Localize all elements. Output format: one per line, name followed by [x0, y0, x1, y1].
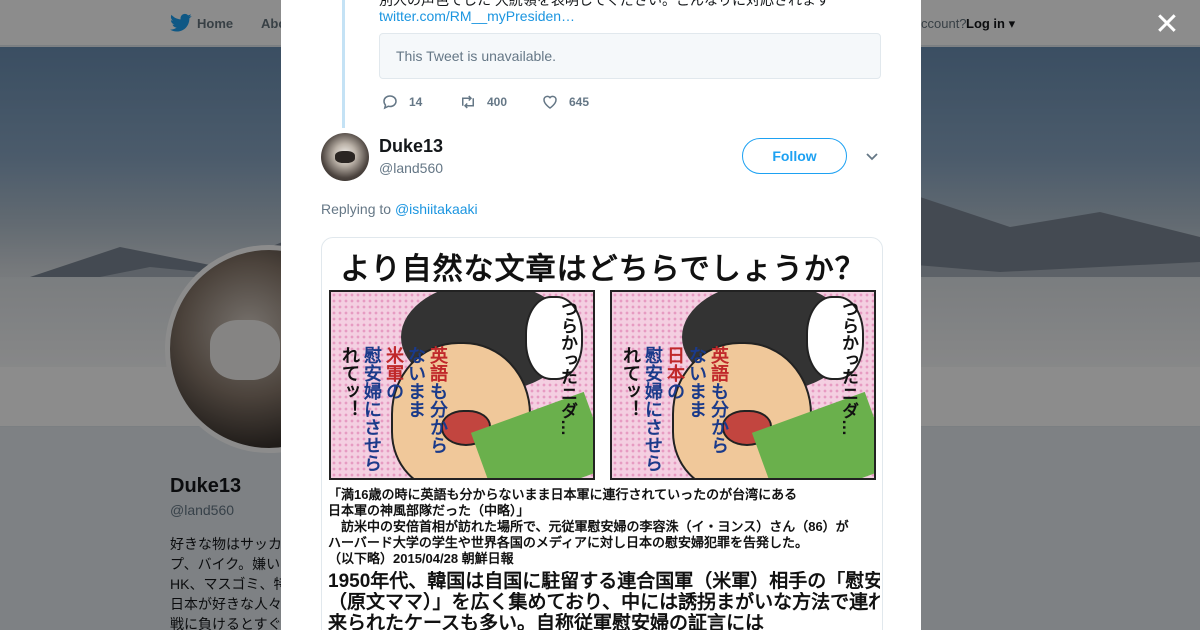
replying-to-link[interactable]: @ishiitakaaki — [395, 201, 478, 217]
manga-body-text: 1950年代、韓国は自国に駐留する連合国軍（米軍）相手の「慰安婦 （原文ママ）」… — [328, 571, 880, 630]
dialogue-blue: も分から — [709, 382, 729, 454]
chevron-down-icon[interactable] — [864, 148, 880, 164]
quoted-tweet-link[interactable]: twitter.com/RM__myPresiden… — [379, 8, 575, 24]
replying-to: Replying to @ishiitakaaki — [321, 201, 478, 217]
dialogue-red: 英語 — [428, 346, 448, 382]
dialogue-black: れてッ！ — [621, 346, 641, 418]
caption-line: 日本軍の神風部隊だった（中略）」 — [328, 503, 530, 518]
panel-dialogue: 英語も分から ないまま 日本の 慰安婦にさせら れてッ！ — [620, 346, 730, 476]
unavailable-tweet-card: This Tweet is unavailable. — [379, 33, 881, 79]
dialogue-red: 日本 — [665, 346, 685, 382]
caption-line: 「満16歳の時に英語も分からないまま日本軍に連行されていったのが台湾にある — [328, 487, 798, 502]
speech-bubble-text: つらかったニダ… — [839, 300, 858, 436]
manga-caption: 「満16歳の時に英語も分からないまま日本軍に連行されていったのが台湾にある 日本… — [328, 487, 880, 567]
dialogue-blue: も分から — [428, 382, 448, 454]
retweet-icon — [462, 95, 474, 109]
heart-icon — [543, 95, 557, 109]
panel-dialogue: 英語も分から ないまま 米軍の 慰安婦にさせら れてッ！ — [339, 346, 449, 476]
body-line: （原文ママ）」を広く集めており、中には誘拐まがいな方法で連れて — [328, 592, 880, 613]
body-line: 来られたケースも多い。自称従軍慰安婦の証言には — [328, 613, 765, 630]
dialogue-blue: 慰安婦にさせら — [643, 346, 663, 472]
dialogue-black: れてッ！ — [340, 346, 360, 418]
dialogue-red: 英語 — [709, 346, 729, 382]
manga-title: より自然な文章はどちらでしょうか？ — [340, 253, 866, 286]
like-count: 645 — [569, 95, 590, 109]
follow-button[interactable]: Follow — [742, 138, 847, 174]
caption-line: ハーバード大学の学生や世界各国のメディアに対し日本の慰安婦犯罪を告発した。 — [328, 535, 808, 550]
avatar-spot — [335, 151, 355, 163]
tweet-media-image[interactable]: より自然な文章はどちらでしょうか？ つらかったニダ… 英語も分から ないまま 米… — [321, 237, 883, 630]
manga-panel-right: つらかったニダ… 英語も分から ないまま 日本の 慰安婦にさせら れてッ！ — [610, 290, 876, 480]
dialogue-blue: の — [665, 382, 685, 400]
tweet-avatar[interactable] — [321, 133, 369, 181]
reply-count: 14 — [409, 95, 423, 109]
dialogue-blue: の — [384, 382, 404, 400]
reply-button[interactable]: 14 — [381, 92, 422, 112]
dialogue-red: 米軍 — [384, 346, 404, 382]
reply-icon — [383, 95, 397, 110]
dialogue-blue: ないまま — [406, 346, 426, 418]
thread-connector — [342, 0, 345, 128]
retweet-count: 400 — [487, 95, 508, 109]
retweet-button[interactable]: 400 — [459, 92, 507, 112]
dialogue-blue: 慰安婦にさせら — [362, 346, 382, 472]
tweet-modal: 別人の声色でした 大統領を表明してください。こんなりに対応されます twitte… — [281, 0, 921, 630]
tweet-author-name[interactable]: Duke13 — [379, 136, 443, 157]
close-icon[interactable]: ✕ — [1152, 10, 1182, 40]
speech-bubble-text: つらかったニダ… — [558, 300, 577, 436]
caption-line: （以下略）2015/04/28 朝鮮日報 — [328, 551, 514, 566]
dialogue-blue: ないまま — [687, 346, 707, 418]
caption-line: 訪米中の安倍首相が訪れた場所で、元従軍慰安婦の李容洙（イ・ヨンス）さん（86）が — [328, 519, 849, 534]
replying-prefix: Replying to — [321, 201, 392, 217]
tweet-author-handle[interactable]: @land560 — [379, 160, 443, 176]
like-button[interactable]: 645 — [541, 92, 589, 112]
manga-panel-left: つらかったニダ… 英語も分から ないまま 米軍の 慰安婦にさせら れてッ！ — [329, 290, 595, 480]
body-line: 1950年代、韓国は自国に駐留する連合国軍（米軍）相手の「慰安婦 — [328, 571, 880, 592]
